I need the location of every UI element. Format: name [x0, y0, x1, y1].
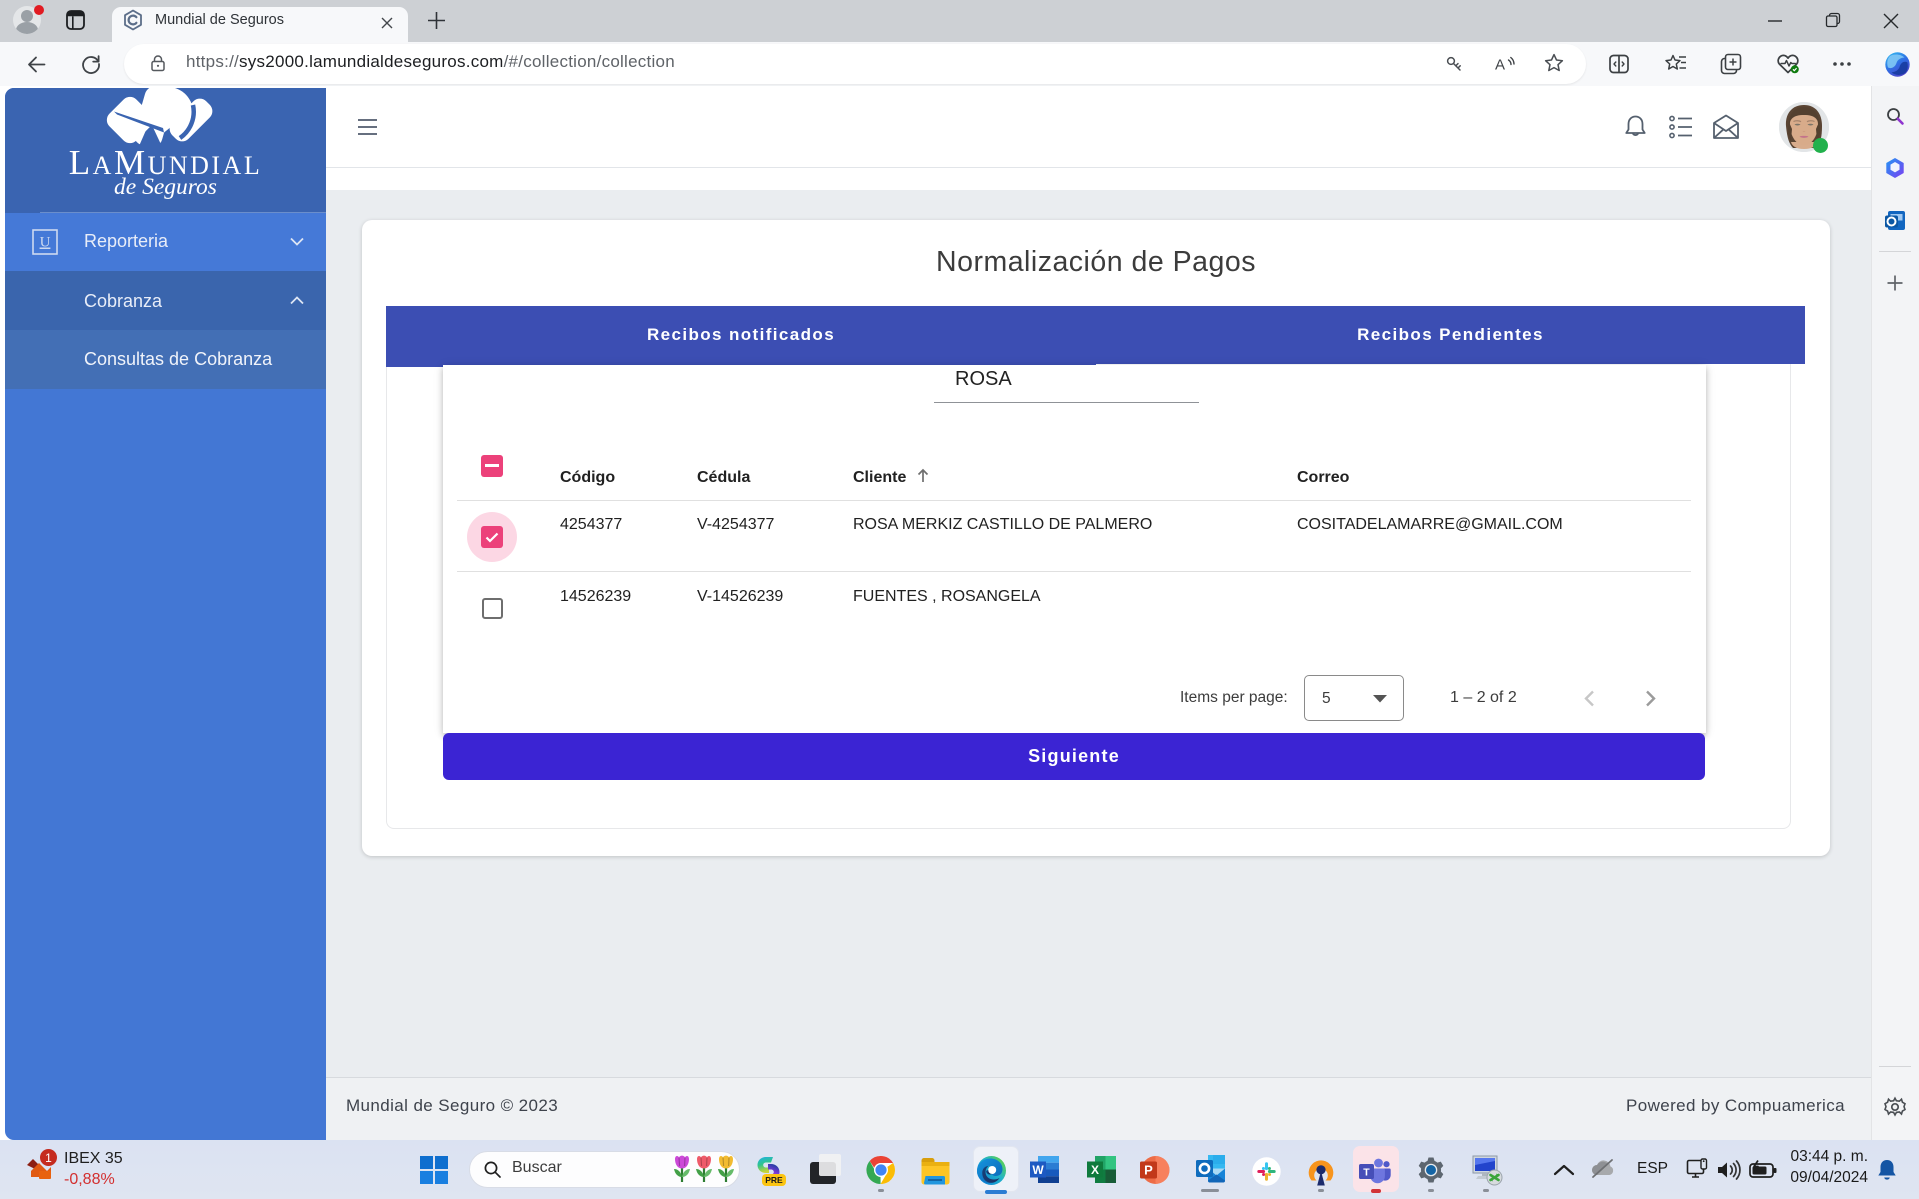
svg-text:A: A: [1495, 57, 1505, 74]
svg-text:T: T: [1363, 1167, 1370, 1179]
svg-text:X: X: [1091, 1163, 1099, 1177]
svg-text:W: W: [1032, 1163, 1044, 1177]
svg-text:U: U: [40, 235, 51, 251]
svg-text:P: P: [1144, 1163, 1153, 1178]
